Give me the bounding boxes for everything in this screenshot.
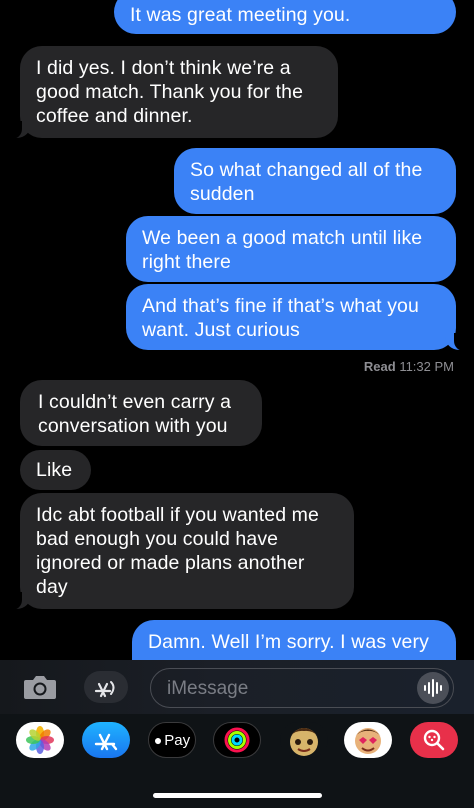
- message-text: I did yes. I don’t think we’re a good ma…: [36, 57, 304, 127]
- app-store-button[interactable]: [84, 671, 128, 703]
- message-text: Like: [36, 459, 73, 481]
- incoming-message[interactable]: I couldn’t even carry a conversation wit…: [20, 380, 262, 446]
- message-text: So what changed all of the sudden: [190, 159, 423, 205]
- app-store-app[interactable]: [82, 722, 130, 758]
- image-search-app[interactable]: [410, 722, 458, 758]
- message-thread[interactable]: It was great meeting you. I did yes. I d…: [0, 0, 474, 660]
- app-store-icon: [94, 681, 115, 698]
- apple-pay-icon: ●: [153, 732, 163, 748]
- read-label: Read: [363, 359, 396, 374]
- message-text: I couldn’t even carry a conversation wit…: [38, 391, 232, 437]
- memoji-app[interactable]: [280, 722, 328, 758]
- message-text: Idc abt football if you wanted me bad en…: [36, 504, 319, 598]
- voice-button[interactable]: [417, 672, 449, 704]
- camera-icon[interactable]: [22, 674, 58, 700]
- waveform-icon: [424, 679, 442, 697]
- read-receipt: Read 11:32 PM: [364, 359, 454, 374]
- message-text: It was great meeting you.: [130, 4, 351, 26]
- activity-icon: [224, 727, 250, 753]
- incoming-message[interactable]: I did yes. I don’t think we’re a good ma…: [10, 46, 338, 139]
- outgoing-message[interactable]: It was great meeting you.: [114, 0, 456, 34]
- message-placeholder: iMessage: [167, 678, 249, 699]
- photos-app[interactable]: [16, 722, 64, 758]
- memoji-icon: [290, 728, 318, 756]
- message-text: And that’s fine if that’s what you want.…: [142, 295, 419, 341]
- outgoing-message[interactable]: We been a good match until like right th…: [126, 216, 456, 282]
- memoji-stickers-app[interactable]: [344, 722, 392, 758]
- incoming-message[interactable]: Like: [20, 450, 91, 490]
- activity-app[interactable]: [213, 722, 261, 758]
- message-text: We been a good match until like right th…: [142, 227, 423, 273]
- photos-icon: [26, 726, 54, 754]
- memoji-icon: [355, 728, 381, 754]
- message-text: Damn. Well I’m sorry. I was very: [148, 631, 429, 653]
- search-images-icon: [423, 729, 445, 751]
- apple-pay-label: Pay: [164, 731, 191, 749]
- message-input[interactable]: iMessage: [150, 668, 454, 708]
- read-time: 11:32 PM: [399, 359, 454, 374]
- apple-pay-app[interactable]: ● Pay: [148, 722, 196, 758]
- outgoing-message[interactable]: So what changed all of the sudden: [174, 148, 456, 214]
- app-store-icon: [94, 733, 118, 751]
- incoming-message[interactable]: Idc abt football if you wanted me bad en…: [10, 493, 354, 610]
- outgoing-message[interactable]: Damn. Well I’m sorry. I was very: [132, 620, 456, 660]
- home-indicator[interactable]: [153, 793, 322, 798]
- outgoing-message[interactable]: And that’s fine if that’s what you want.…: [126, 284, 466, 351]
